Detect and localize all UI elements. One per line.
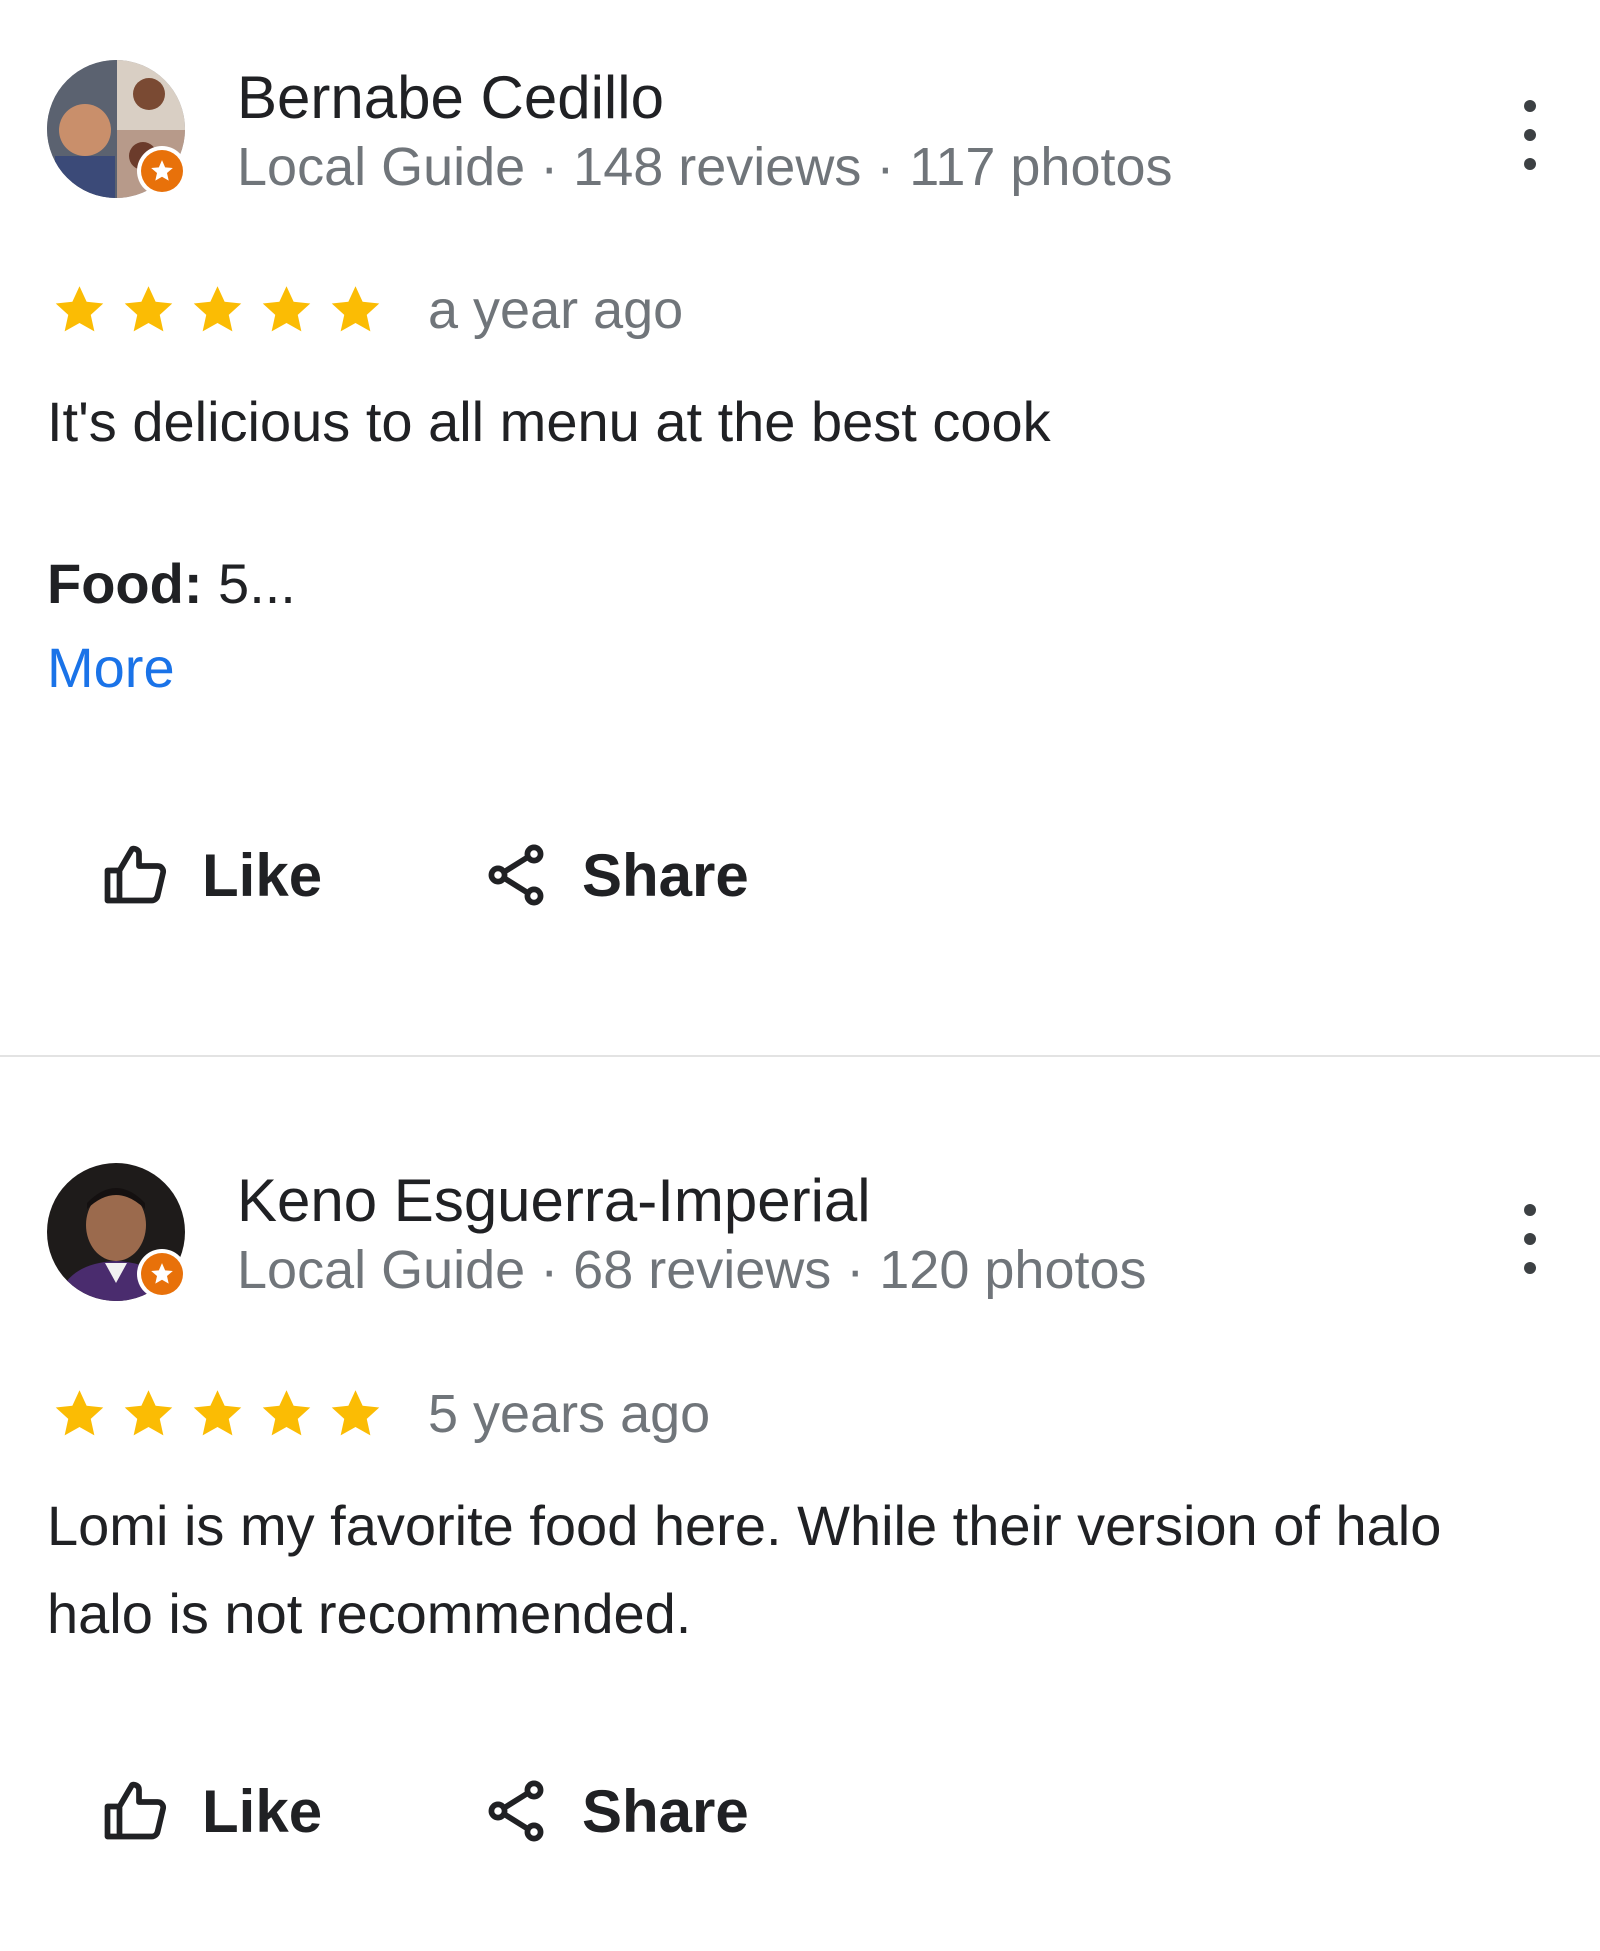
review-card: Keno Esguerra-Imperial Local Guide · 68 … [0,1056,1600,1951]
rating-row: 5 years ago [47,1384,710,1444]
star-icon [55,286,104,332]
review-text: Lomi is my favorite food here. While the… [47,1494,1442,1645]
star-rating [47,280,388,340]
food-value: 5... [202,552,296,615]
like-label: Like [202,1777,323,1845]
share-button[interactable]: Share [480,830,749,920]
like-button[interactable]: Like [100,1766,322,1856]
review-card: Bernabe Cedillo Local Guide · 148 review… [0,0,1600,1055]
reviewer-name[interactable]: Keno Esguerra-Imperial [237,1165,871,1237]
reviewer-meta: Local Guide · 148 reviews · 117 photos [237,137,1173,197]
share-label: Share [582,1777,749,1845]
more-link[interactable]: More [47,632,175,704]
share-button[interactable]: Share [480,1766,749,1856]
review-date: a year ago [428,280,684,340]
more-options-icon[interactable] [1510,100,1550,170]
rating-row: a year ago [47,280,683,340]
star-rating [47,1384,388,1444]
thumbs-up-icon [104,1781,167,1840]
share-icon [488,844,544,906]
local-guide-badge-icon [137,1249,187,1299]
reviewer-meta: Local Guide · 68 reviews · 120 photos [237,1240,1147,1300]
food-label: Food: [47,552,203,615]
star-icon [193,1390,242,1436]
reviewer-avatar[interactable] [47,1163,187,1301]
star-icon [55,1390,104,1436]
reviewer-name[interactable]: Bernabe Cedillo [237,62,664,134]
star-icon [262,1390,311,1436]
star-icon [193,286,242,332]
like-button[interactable]: Like [100,830,322,920]
star-icon [124,286,173,332]
share-label: Share [582,841,749,909]
local-guide-badge-icon [137,146,187,196]
star-icon [331,286,380,332]
review-date: 5 years ago [428,1384,711,1444]
more-options-icon[interactable] [1510,1204,1550,1274]
star-icon [331,1390,380,1436]
star-icon [262,286,311,332]
reviewer-avatar[interactable] [47,60,187,198]
thumbs-up-icon [104,845,167,904]
food-rating-line: Food: 5... [47,548,296,620]
like-label: Like [202,841,323,909]
review-text: It's delicious to all menu at the best c… [47,390,1051,453]
star-icon [124,1390,173,1436]
share-icon [488,1780,544,1842]
